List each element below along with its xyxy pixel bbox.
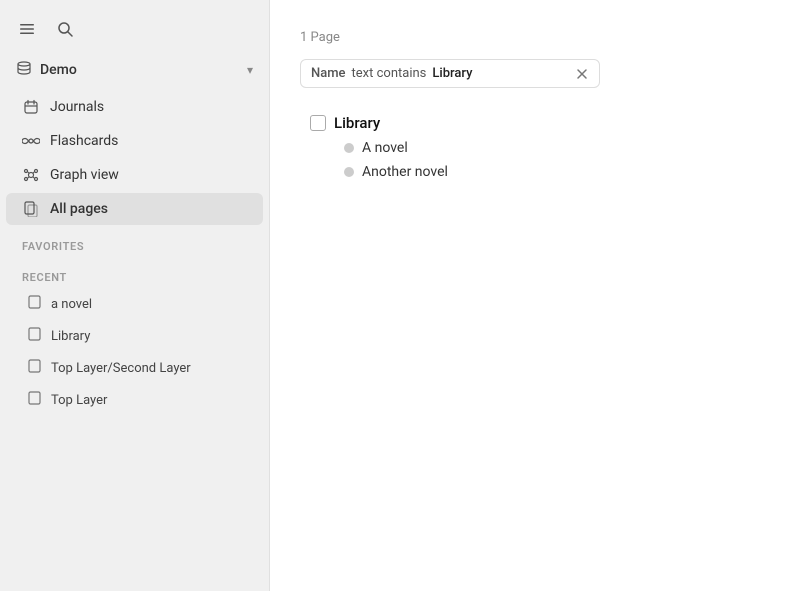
sidebar-item-flashcards-label: Flashcards [50,133,118,149]
main-content: 1 Page Name text contains Library Librar… [270,0,800,591]
database-icon [16,60,32,76]
bullet-another-novel [344,167,354,177]
page-icon-top-layer [28,391,41,409]
infinity-icon [22,135,40,147]
sidebar-top-icons [0,0,269,54]
calendar-icon [22,99,40,115]
recent-item-top-layer-second-layer[interactable]: Top Layer/Second Layer [6,353,263,383]
checkbox-library[interactable] [310,115,326,131]
results-list: Library A novel Another novel [300,110,770,184]
sidebar-item-all-pages-label: All pages [50,201,108,217]
recent-item-top-layer-label: Top Layer [51,393,107,408]
close-icon [575,67,589,81]
result-item-library: Library A novel Another novel [304,110,770,184]
workspace-chevron-icon: ▾ [247,63,253,77]
workspace-row[interactable]: Demo ▾ [0,54,269,90]
page-count: 1 Page [300,30,770,45]
result-title-library: Library [334,114,380,132]
recent-item-library[interactable]: Library [6,321,263,351]
filter-clear-button[interactable] [575,67,589,81]
filter-operator: text contains [352,66,427,81]
recent-item-top-layer[interactable]: Top Layer [6,385,263,415]
workspace-name: Demo [40,62,77,78]
result-child-a-novel[interactable]: A novel [338,136,770,160]
filter-value: Library [432,66,569,81]
result-child-another-novel[interactable]: Another novel [338,160,770,184]
result-children-library: A novel Another novel [304,136,770,184]
hamburger-icon [18,20,36,38]
result-child-a-novel-text: A novel [362,140,408,156]
sidebar: Demo ▾ Journals Flashcards [0,0,270,591]
sidebar-item-flashcards[interactable]: Flashcards [6,125,263,157]
search-icon [56,20,74,38]
recent-item-a-novel[interactable]: a novel [6,289,263,319]
filter-field: Name [311,66,346,81]
page-icon-library [28,327,41,345]
page-icon-a-novel [28,295,41,313]
menu-button[interactable] [16,18,38,40]
recent-section-label: RECENT [0,257,269,288]
workspace-label: Demo [16,60,77,80]
all-pages-icon [22,201,40,217]
favorites-section-label: FAVORITES [0,226,269,257]
bullet-a-novel [344,143,354,153]
result-parent-row-library[interactable]: Library [304,110,770,136]
sidebar-item-graph-view-label: Graph view [50,167,119,183]
sidebar-item-journals-label: Journals [50,99,104,115]
search-button[interactable] [54,18,76,40]
graph-icon [22,167,40,183]
sidebar-item-journals[interactable]: Journals [6,91,263,123]
workspace-icon [16,60,32,80]
filter-bar: Name text contains Library [300,59,600,88]
result-child-another-novel-text: Another novel [362,164,448,180]
sidebar-item-all-pages[interactable]: All pages [6,193,263,225]
page-icon-top-layer-second [28,359,41,377]
recent-item-a-novel-label: a novel [51,297,92,312]
recent-item-top-layer-second-label: Top Layer/Second Layer [51,361,191,376]
sidebar-item-graph-view[interactable]: Graph view [6,159,263,191]
recent-item-library-label: Library [51,329,90,344]
